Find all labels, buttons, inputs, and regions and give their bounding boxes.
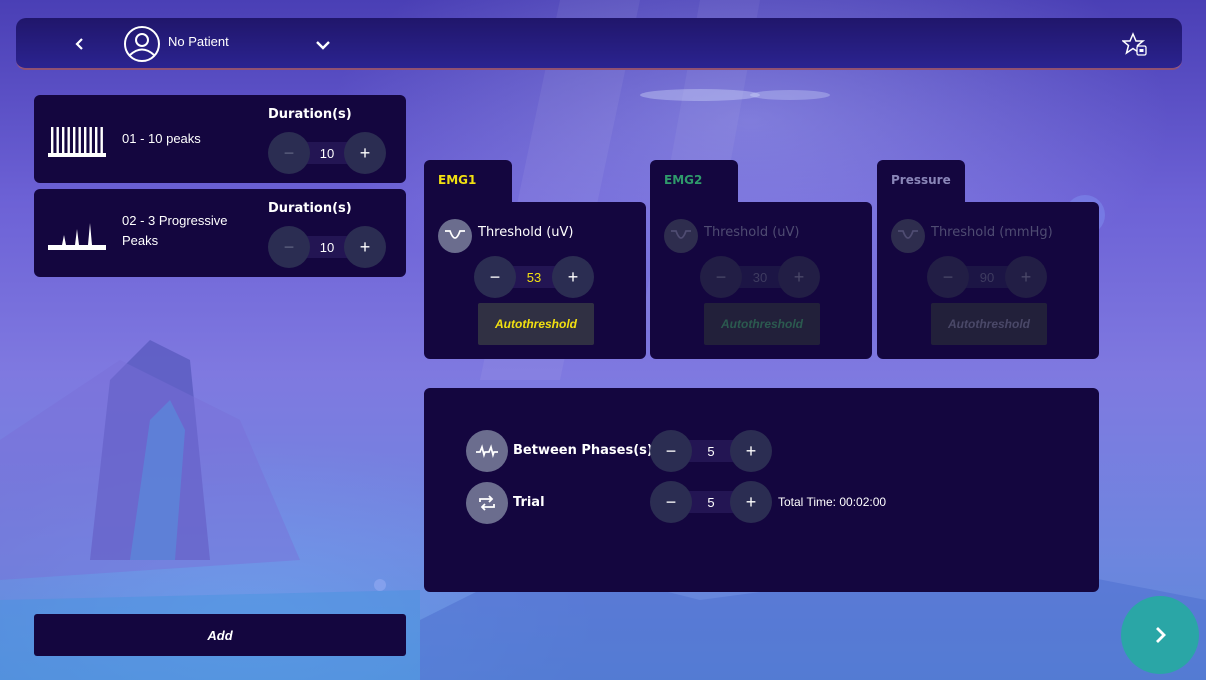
- protocol-name: 02 - 3 Progressive Peaks: [122, 213, 228, 248]
- decrement-button[interactable]: −: [650, 430, 692, 472]
- phases-panel: Between Phases(s) − 5 + Trial − 5 + Tota…: [424, 388, 1099, 592]
- autothreshold-button[interactable]: Autothreshold: [704, 303, 820, 345]
- trial-label: Trial: [513, 495, 545, 510]
- duration-value: 10: [319, 145, 335, 161]
- repeat-icon: [466, 482, 508, 524]
- waveform-thumbnail: [48, 223, 106, 250]
- increment-button[interactable]: +: [778, 256, 820, 298]
- threshold-label: Threshold (uV): [704, 225, 800, 240]
- duration-value: 10: [319, 239, 335, 255]
- duration-label: Duration(s): [268, 107, 352, 122]
- increment-button[interactable]: +: [552, 256, 594, 298]
- phase-gap-icon: [466, 430, 508, 472]
- trial-stepper: − 5 +: [650, 481, 772, 523]
- threshold-label: Threshold (uV): [478, 225, 574, 240]
- threshold-value: 30: [752, 269, 768, 285]
- increment-button[interactable]: +: [344, 226, 386, 268]
- increment-button[interactable]: +: [730, 481, 772, 523]
- threshold-label: Threshold (mmHg): [931, 225, 1053, 240]
- autothreshold-button[interactable]: Autothreshold: [931, 303, 1047, 345]
- threshold-curve-icon: [891, 219, 925, 253]
- threshold-stepper: − 30 +: [700, 256, 820, 298]
- star-save-icon[interactable]: [1122, 32, 1148, 58]
- between-phases-stepper: − 5 +: [650, 430, 772, 472]
- between-phases-value: 5: [707, 443, 715, 459]
- top-bar: No Patient: [16, 18, 1182, 70]
- back-button[interactable]: [68, 32, 92, 56]
- duration-stepper: − 10 +: [268, 132, 386, 174]
- threshold-curve-icon: [664, 219, 698, 253]
- threshold-stepper: − 53 +: [474, 256, 594, 298]
- chevron-down-icon[interactable]: [312, 34, 334, 56]
- increment-button[interactable]: +: [344, 132, 386, 174]
- tab-emg1[interactable]: EMG1: [424, 160, 512, 206]
- waveform-thumbnail: [48, 127, 106, 157]
- protocol-card[interactable]: 02 - 3 Progressive Peaks Duration(s) − 1…: [34, 189, 406, 277]
- sensor-panel-emg2: Threshold (uV) − 30 + Autothreshold: [650, 202, 872, 359]
- total-time: Total Time: 00:02:00: [778, 495, 887, 509]
- increment-button[interactable]: +: [730, 430, 772, 472]
- chevron-right-icon: [1156, 627, 1166, 643]
- patient-name[interactable]: No Patient: [168, 34, 229, 49]
- protocol-name: 01 - 10 peaks: [122, 131, 201, 146]
- threshold-value: 53: [526, 269, 542, 285]
- decrement-button[interactable]: −: [927, 256, 969, 298]
- threshold-stepper: − 90 +: [927, 256, 1047, 298]
- threshold-curve-icon: [438, 219, 472, 253]
- duration-stepper: − 10 +: [268, 226, 386, 268]
- between-phases-label: Between Phases(s): [513, 443, 653, 458]
- trial-value: 5: [707, 494, 715, 510]
- duration-label: Duration(s): [268, 201, 352, 216]
- sensor-panel-emg1: Threshold (uV) − 53 + Autothreshold: [424, 202, 646, 359]
- tab-emg2[interactable]: EMG2: [650, 160, 738, 206]
- next-button[interactable]: [1121, 596, 1199, 674]
- add-button[interactable]: Add: [34, 614, 406, 656]
- decrement-button[interactable]: −: [650, 481, 692, 523]
- decrement-button[interactable]: −: [700, 256, 742, 298]
- chevron-left-icon: [75, 38, 83, 50]
- decrement-button[interactable]: −: [474, 256, 516, 298]
- user-circle-icon[interactable]: [122, 24, 162, 64]
- decrement-button[interactable]: −: [268, 226, 310, 268]
- autothreshold-button[interactable]: Autothreshold: [478, 303, 594, 345]
- decrement-button[interactable]: −: [268, 132, 310, 174]
- threshold-value: 90: [979, 269, 995, 285]
- sensor-panel-pressure: Threshold (mmHg) − 90 + Autothreshold: [877, 202, 1099, 359]
- protocol-card[interactable]: 01 - 10 peaks Duration(s) − 10 +: [34, 95, 406, 183]
- increment-button[interactable]: +: [1005, 256, 1047, 298]
- tab-pressure[interactable]: Pressure: [877, 160, 965, 206]
